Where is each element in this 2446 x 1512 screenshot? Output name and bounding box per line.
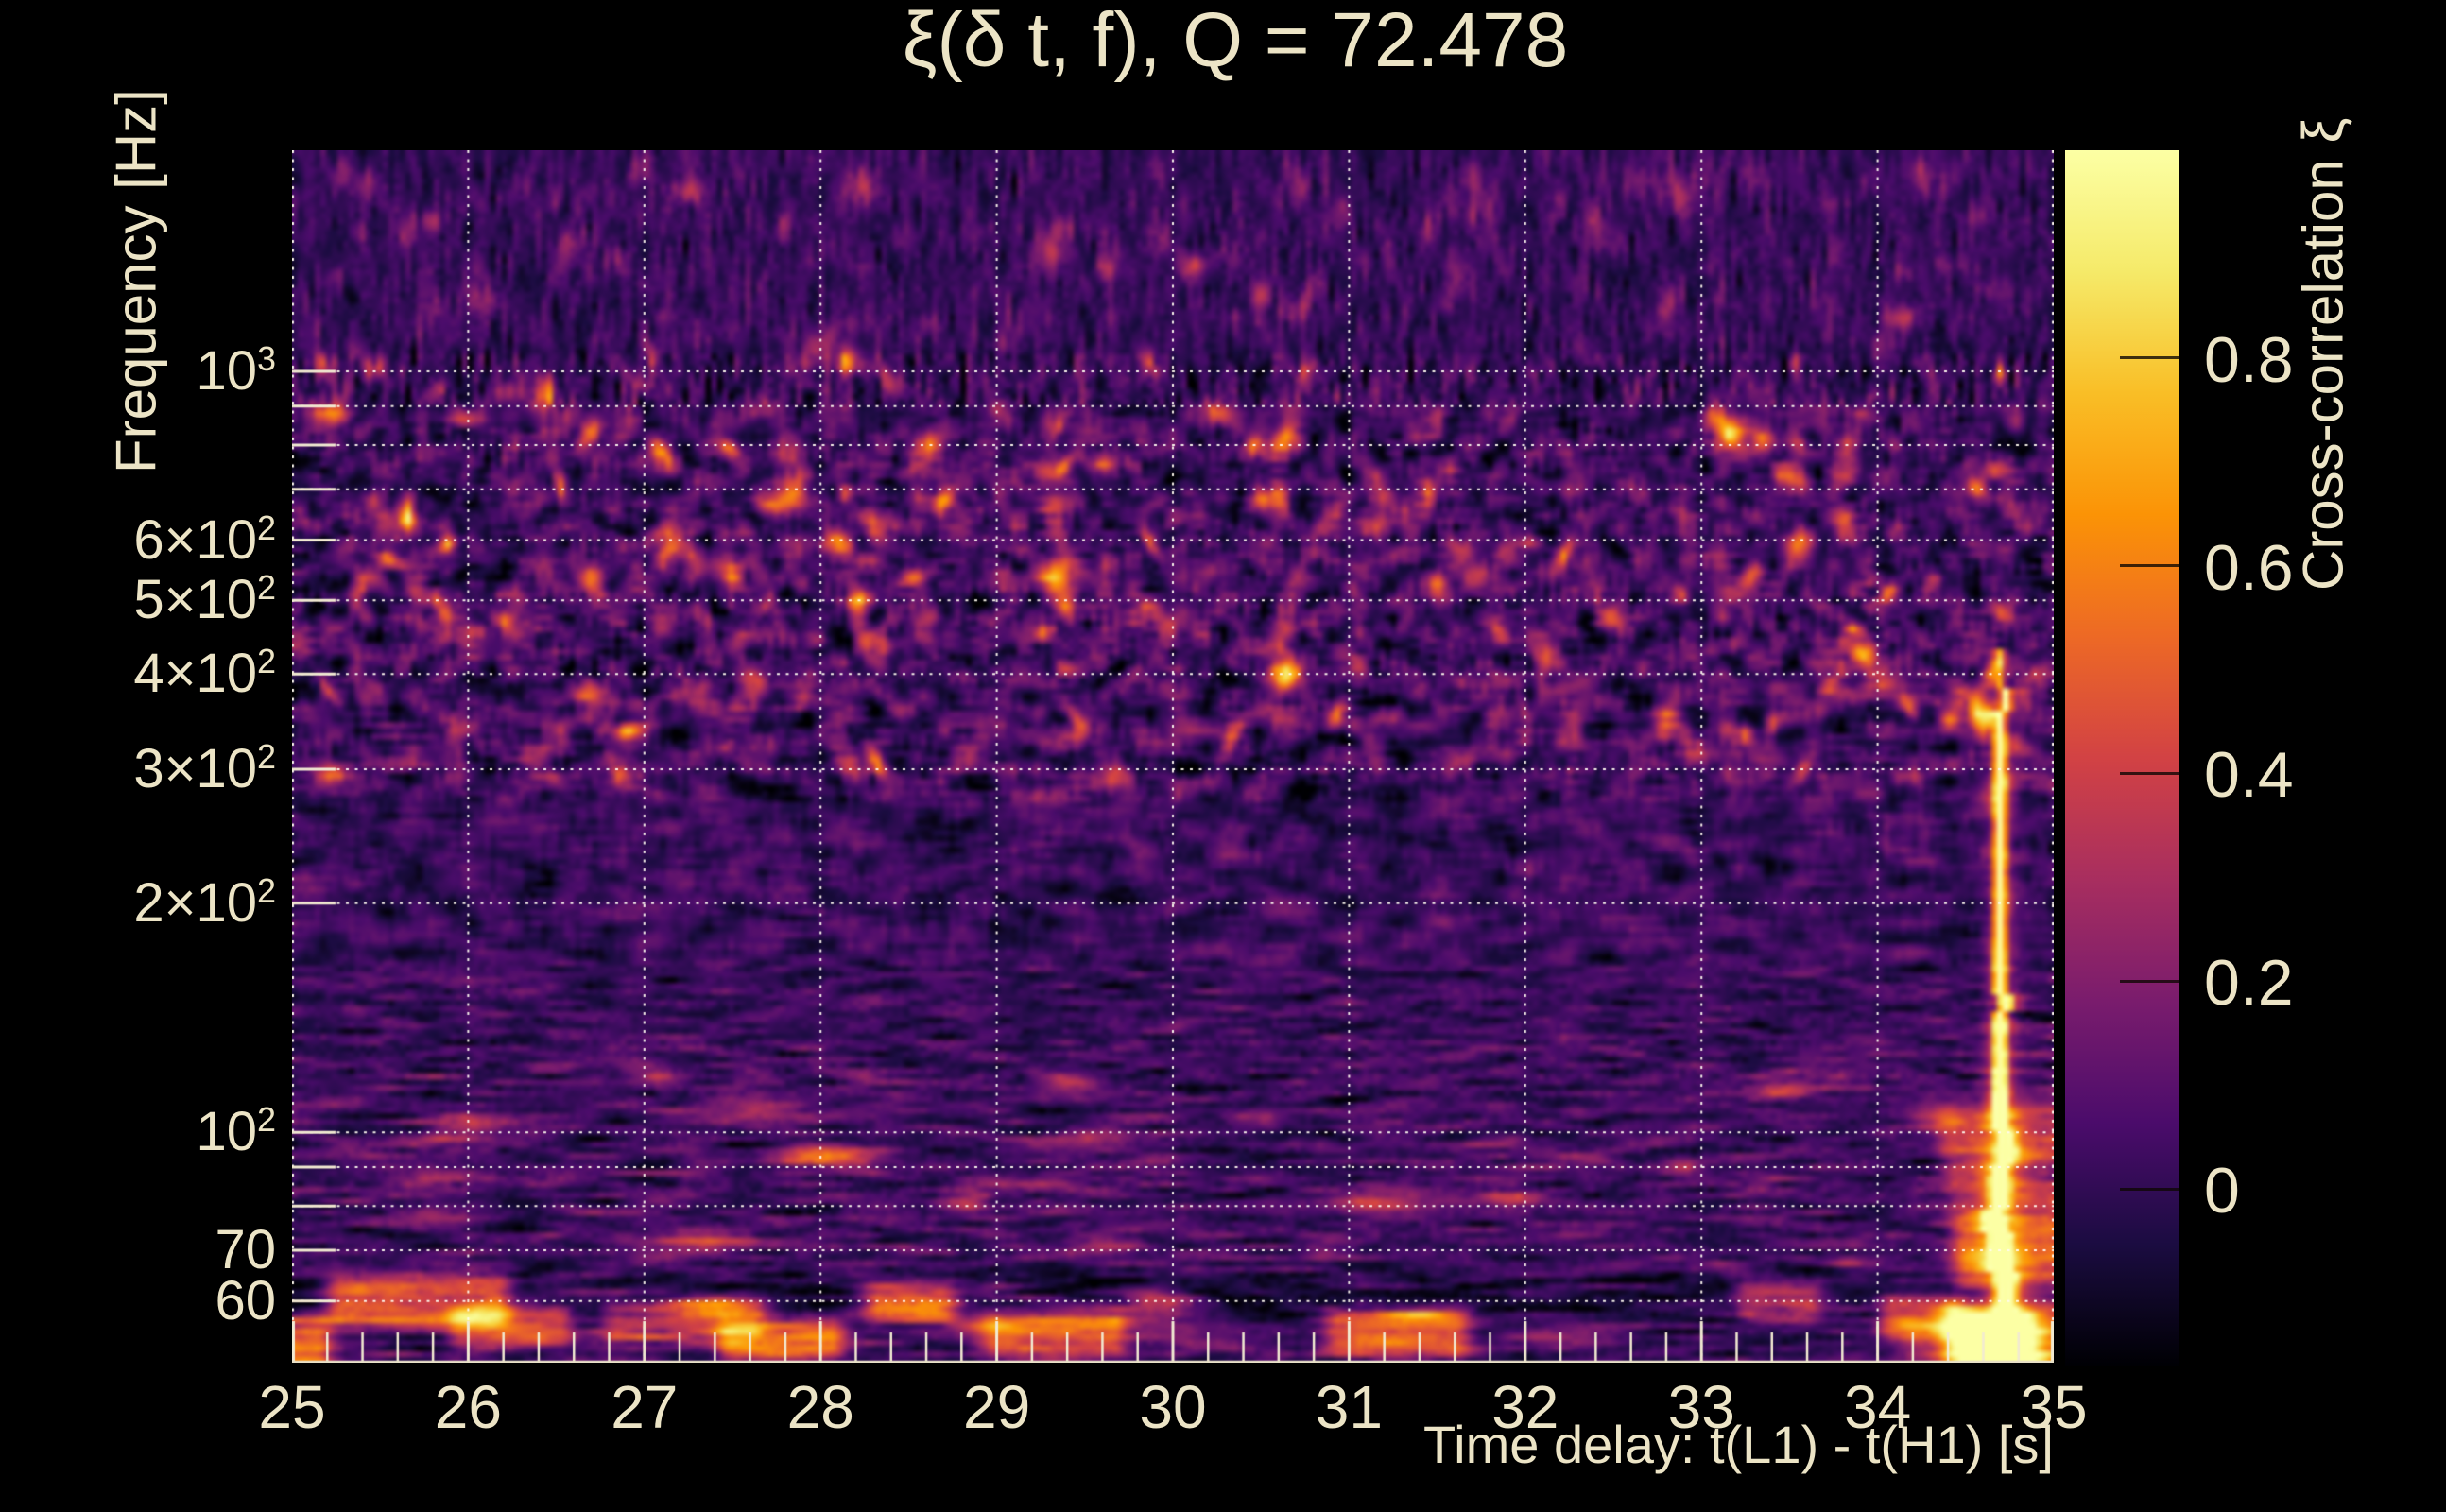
heatmap-canvas <box>292 150 2054 1363</box>
x-tick-label: 26 <box>434 1373 502 1441</box>
colorbar-tick <box>2120 979 2179 983</box>
x-tick-label: 34 <box>1844 1373 1912 1441</box>
x-tick-label: 25 <box>258 1373 326 1441</box>
colorbar-tick-label: 0.4 <box>2204 739 2294 812</box>
colorbar-tick-label: 0.6 <box>2204 531 2294 604</box>
x-tick-label: 27 <box>611 1373 679 1441</box>
x-tick-label: 29 <box>963 1373 1031 1441</box>
colorbar-tick-label: 0.8 <box>2204 323 2294 396</box>
y-tick-label: 60 <box>215 1269 276 1332</box>
colorbar-gradient <box>2065 150 2179 1366</box>
colorbar-tick <box>2120 1187 2179 1191</box>
colorbar-tick <box>2120 771 2179 775</box>
colorbar-tick <box>2120 356 2179 360</box>
y-tick-label: 4×102 <box>133 642 276 705</box>
frequency-axis-label: Frequency [Hz] <box>104 89 168 474</box>
qscan-figure: ξ(δ t, f), Q = 72.478 Frequency [Hz] Tim… <box>0 0 2446 1512</box>
y-tick-label: 5×102 <box>133 568 276 631</box>
y-tick-label: 3×102 <box>133 737 276 799</box>
x-tick-label: 28 <box>786 1373 854 1441</box>
colorbar-tick-label: 0 <box>2204 1155 2240 1228</box>
x-tick-label: 32 <box>1491 1373 1559 1441</box>
x-tick-label: 31 <box>1315 1373 1383 1441</box>
figure-title: ξ(δ t, f), Q = 72.478 <box>902 0 1569 83</box>
x-tick-label: 33 <box>1667 1373 1735 1441</box>
x-tick-label: 30 <box>1139 1373 1207 1441</box>
colorbar-tick-label: 0.2 <box>2204 947 2294 1020</box>
x-tick-label: 35 <box>2020 1373 2088 1441</box>
y-tick-label: 103 <box>196 339 276 402</box>
y-tick-label: 102 <box>196 1100 276 1163</box>
y-tick-label: 6×102 <box>133 507 276 571</box>
colorbar-tick <box>2120 564 2179 568</box>
y-tick-label: 2×102 <box>133 871 276 934</box>
